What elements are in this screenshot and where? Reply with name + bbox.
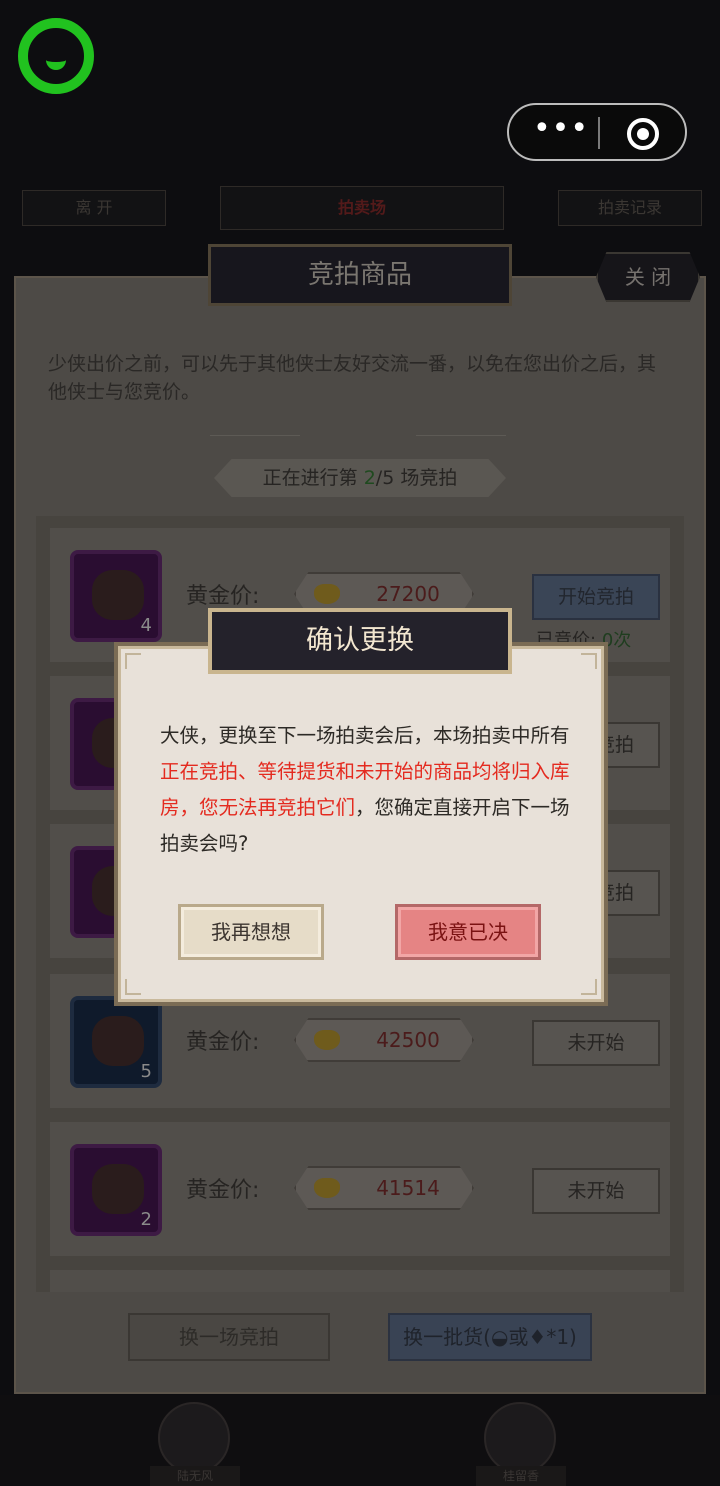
corner-ornament xyxy=(581,979,597,995)
dialog-title: 确认更换 xyxy=(208,608,512,674)
corner-ornament xyxy=(125,979,141,995)
list-item: 2 黄金价: 41514 未开始 xyxy=(50,1122,670,1256)
token-icon: ♦ xyxy=(528,1325,547,1349)
chat-bubble-icon[interactable] xyxy=(18,18,94,94)
round-banner: 正在进行第 2/5 场竞拍 xyxy=(214,459,506,497)
corner-ornament xyxy=(581,653,597,669)
avatar xyxy=(158,1402,230,1474)
price-box: 41514 xyxy=(294,1166,474,1210)
list-item xyxy=(50,1270,670,1292)
food-icon: ◒ xyxy=(490,1325,509,1349)
target-icon[interactable] xyxy=(627,118,659,150)
avatar xyxy=(484,1402,556,1474)
gold-ingot-icon xyxy=(314,1030,340,1050)
go-stones-icon xyxy=(92,1016,144,1066)
price-label: 黄金价: xyxy=(186,584,260,609)
item-qty: 2 xyxy=(140,1209,152,1230)
auction-record-tab: 拍卖记录 xyxy=(558,190,702,226)
item-qty: 4 xyxy=(140,615,152,636)
not-started-button: 未开始 xyxy=(532,1020,660,1066)
pouch-icon xyxy=(92,1164,144,1214)
close-button: 关 闭 xyxy=(596,252,700,302)
not-started-button: 未开始 xyxy=(532,1168,660,1214)
price-label: 黄金价: xyxy=(186,1030,260,1055)
price-label: 黄金价: xyxy=(186,1178,260,1203)
reconsider-button[interactable]: 我再想想 xyxy=(178,904,324,960)
item-thumbnail: 5 xyxy=(70,996,162,1088)
dialog-message: 大侠，更换至下一场拍卖会后，本场拍卖中所有正在竞拍、等待提货和未开始的商品均将归… xyxy=(160,724,570,855)
auction-house-tab: 拍卖场 xyxy=(220,186,504,230)
price-value: 42500 xyxy=(376,1028,440,1052)
gold-ingot-icon xyxy=(314,584,340,604)
divider-left xyxy=(210,435,300,440)
capsule-divider xyxy=(598,117,600,149)
ore-icon xyxy=(92,570,144,620)
item-qty: 5 xyxy=(140,1061,152,1082)
leave-tab: 离 开 xyxy=(22,190,166,226)
panel-title: 竞拍商品 xyxy=(208,244,512,306)
intro-text: 少侠出价之前，可以先于其他侠士友好交流一番，以免在您出价之后，其他侠士与您竞价。 xyxy=(48,353,657,403)
item-thumbnail: 4 xyxy=(70,550,162,642)
divider-right xyxy=(416,435,506,440)
gold-ingot-icon xyxy=(314,1178,340,1198)
more-button[interactable]: ••• xyxy=(531,114,591,149)
character-name: 桂留香 xyxy=(476,1466,566,1486)
confirm-button[interactable]: 我意已决 xyxy=(395,904,541,960)
corner-ornament xyxy=(125,653,141,669)
character-name: 陆无风 xyxy=(150,1466,240,1486)
item-thumbnail: 2 xyxy=(70,1144,162,1236)
change-batch-button: 换一批货(◒或♦*1) xyxy=(388,1313,592,1361)
price-value: 41514 xyxy=(376,1176,440,1200)
change-round-button: 换一场竞拍 xyxy=(128,1313,330,1361)
price-box: 42500 xyxy=(294,1018,474,1062)
character-strip xyxy=(0,1395,720,1485)
mini-program-capsule: ••• xyxy=(507,103,687,161)
start-bid-button: 开始竞拍 xyxy=(532,574,660,620)
